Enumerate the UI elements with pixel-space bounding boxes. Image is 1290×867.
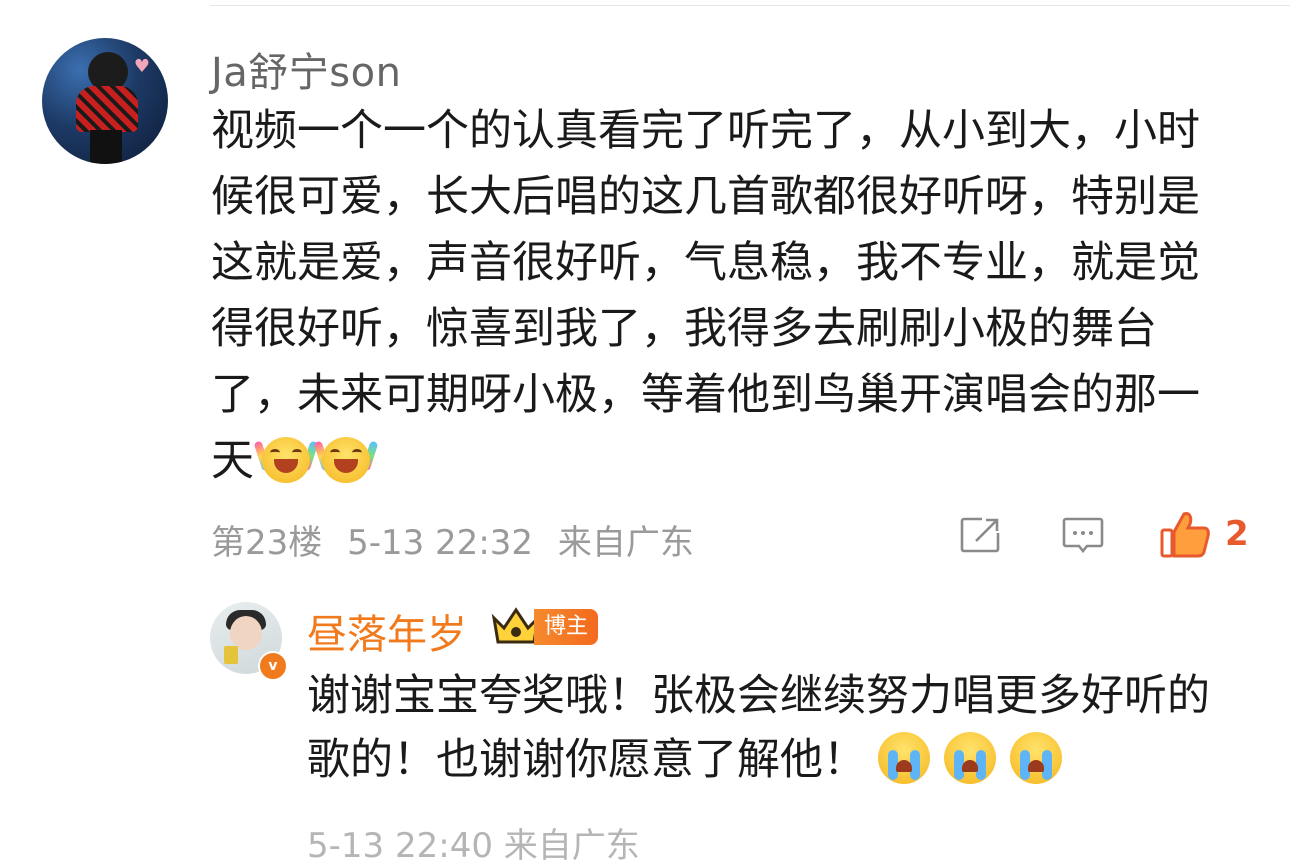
laugh-tears-emoji-icon — [253, 431, 319, 485]
like-count: 2 — [1225, 514, 1249, 554]
share-icon[interactable] — [960, 517, 1002, 553]
reply-username[interactable]: 昼落年岁 — [307, 602, 467, 660]
blogger-badge: 博主 — [534, 609, 599, 645]
crying-emoji-icon — [942, 730, 998, 786]
thumbs-up-icon[interactable] — [1160, 510, 1210, 558]
comment-time: 5-13 22:32 — [347, 523, 534, 563]
top-divider — [210, 5, 1290, 6]
reply-meta: 5-13 22:40 来自广东 — [307, 826, 640, 866]
floor-number: 第23楼 — [211, 523, 323, 563]
comment-icon[interactable] — [1062, 516, 1104, 556]
commenter-username[interactable]: Ja舒宁son — [211, 40, 401, 98]
heart-icon: ♥ — [133, 56, 150, 77]
comment-text: 视频一个一个的认真看完了听完了，从小到大，小时候很可爱，长大后唱的这几首歌都很好… — [211, 106, 1200, 486]
crying-emoji-icon — [1008, 730, 1064, 786]
comment-meta: 第23楼 5-13 22:32 来自广东 — [211, 515, 708, 564]
comment-location: 来自广东 — [557, 523, 694, 563]
verified-badge: v — [258, 651, 288, 681]
laugh-tears-emoji-icon — [313, 431, 379, 485]
comment-body: 视频一个一个的认真看完了听完了，从小到大，小时候很可爱，长大后唱的这几首歌都很好… — [211, 98, 1241, 494]
reply-body: 谢谢宝宝夸奖哦！张极会继续努力唱更多好听的歌的！也谢谢你愿意了解他！ — [307, 664, 1247, 792]
reply-text: 谢谢宝宝夸奖哦！张极会继续努力唱更多好听的歌的！也谢谢你愿意了解他！ — [307, 671, 1210, 785]
crying-emoji-icon — [876, 730, 932, 786]
commenter-avatar[interactable]: ♥ — [42, 38, 168, 164]
